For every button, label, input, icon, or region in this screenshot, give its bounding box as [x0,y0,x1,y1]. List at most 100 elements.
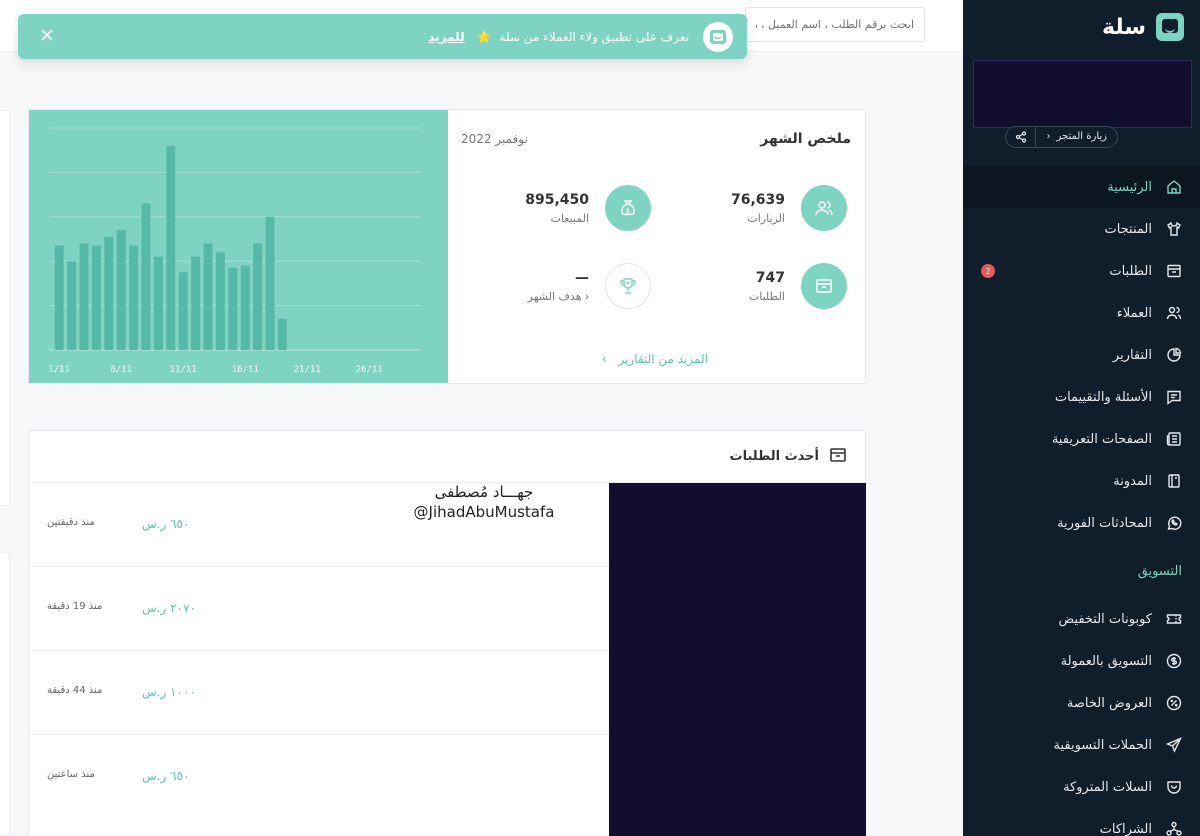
sidebar-item-campaigns[interactable]: الحملات التسويقية [963,724,1200,766]
sidebar-item-abandoned-carts[interactable]: السلات المتروكة [963,766,1200,808]
sidebar-item-label: العملاء [1116,305,1152,321]
chart-bar-10/11[interactable] [166,145,176,350]
sidebar-item-orders[interactable]: الطلبات 2 [963,250,1200,292]
sidebar-item-label: العروض الخاصة [1066,695,1152,711]
orders-label: الطلبات [748,289,785,303]
chart-bar-19/11[interactable] [277,318,287,350]
search-input[interactable] [756,18,914,31]
sidebar: سلة زيارة المتجر ‹ الرئيسية المنتجات الط… [963,0,1200,836]
chevron-left-icon: › [601,352,607,366]
chart-bar-4/11[interactable] [91,245,101,350]
svg-text:$: $ [626,207,630,215]
sidebar-item-label: المحادثات الفورية [1057,515,1152,531]
sidebar-item-reports[interactable]: التقارير [963,334,1200,376]
search-field[interactable] [745,7,925,42]
chart-bar-12/11[interactable] [191,256,201,350]
cart-icon [1167,781,1181,794]
chart-bar-5/11[interactable] [104,236,114,350]
sidebar-item-label: الطلبات [1109,263,1152,279]
sidebar-item-customers[interactable]: العملاء [963,292,1200,334]
summary-stats: ملخص الشهر نوفمبر 2022 76,639 الزيارات $… [448,110,865,383]
sidebar-item-products[interactable]: المنتجات [963,208,1200,250]
sidebar-item-blog[interactable]: المدونة [963,460,1200,502]
close-icon[interactable] [38,26,56,44]
orders-value: 747 [755,269,785,286]
share-icon[interactable] [1006,127,1037,147]
sidebar-item-special-offers[interactable]: العروض الخاصة [963,682,1200,724]
visits-label: الزيارات [747,211,785,225]
order-row[interactable]: ١٠٠٠ ر.س منذ 44 دقيقة [29,651,609,735]
star-emoji-icon: ⭐ [476,29,492,44]
percent-icon [1166,695,1182,711]
stat-visits: 76,639 الزيارات [731,185,847,231]
sidebar-item-partnerships[interactable]: الشراكات [963,808,1200,836]
chart-bar-2/11[interactable] [67,261,77,350]
sidebar-item-label: المدونة [1113,473,1152,489]
sidebar-item-label: الصفحات التعريفية [1051,431,1152,447]
chart-bar-9/11[interactable] [153,256,163,350]
chart-tick-label: 1/11 [48,365,70,375]
whatsapp-icon [1167,516,1182,530]
sidebar-item-live-chat[interactable]: المحادثات الفورية [963,502,1200,544]
chart-bar-11/11[interactable] [178,272,188,350]
newspaper-icon [1166,432,1181,446]
stat-orders: 747 الطلبات [749,263,847,309]
box-icon [801,263,847,309]
sidebar-item-pages[interactable]: الصفحات التعريفية [963,418,1200,460]
order-price: ٦٥٠ ر.س [142,769,190,783]
sidebar-item-label: التقارير [1112,347,1152,363]
order-price: ١٠٠٠ ر.س [142,685,196,699]
toast-more-link[interactable]: للمزيد [428,30,464,44]
marketing-section-title: التسويق [1137,563,1182,579]
sidebar-item-label: التسويق بالعمولة [1060,653,1152,669]
chart-bar-7/11[interactable] [129,245,139,350]
chart-bar-17/11[interactable] [253,243,263,350]
sidebar-item-label: السلات المتروكة [1063,779,1152,795]
more-reports-link[interactable]: المزيد من التقارير › [602,352,708,366]
toast-message: تعرف على تطبيق ولاء العملاء من سلة [499,29,689,44]
chart-bar-16/11[interactable] [240,265,250,350]
chevron-right-icon: ‹ [1046,131,1051,142]
sidebar-item-label: المنتجات [1104,221,1152,237]
goal-label: هدف الشهر › [528,290,589,303]
stat-goal[interactable]: — هدف الشهر › [528,263,651,309]
sidebar-item-home[interactable]: الرئيسية [963,166,1200,208]
chart-bar-13/11[interactable] [203,243,213,350]
chart-tick-label: 11/11 [170,365,197,375]
users-icon [1166,306,1182,320]
order-row[interactable]: ٦٥٠ ر.س منذ ساعتين [29,735,609,836]
order-row[interactable]: ٢٠٧٠ ر.س منذ 19 دقيقة [29,567,609,651]
sidebar-item-reviews[interactable]: الأسئلة والتقييمات [963,376,1200,418]
order-time: منذ ساعتين [47,769,95,780]
chart-bar-18/11[interactable] [265,216,275,350]
dollar-icon [1166,653,1182,669]
goal-value: — [575,269,589,286]
chart-bar-1/11[interactable] [54,245,64,350]
summary-period: نوفمبر 2022 [461,132,528,146]
salla-logo-icon [703,21,733,52]
sidebar-item-label: الشراكات [1099,821,1152,836]
sidebar-item-label: الحملات التسويقية [1053,737,1152,753]
sales-label: المبيعات [550,211,589,225]
book-icon [1168,474,1180,488]
brand[interactable]: سلة [1102,12,1184,42]
chart-tick-label: 16/11 [232,365,259,375]
trophy-icon [605,263,651,309]
stat-sales: $ 895,450 المبيعات [525,185,651,231]
chart-bar-14/11[interactable] [215,252,225,350]
order-time: منذ دقيقتين [47,517,95,528]
orders-count-badge: 2 [981,264,995,278]
visit-store-button[interactable]: زيارة المتجر ‹ [1036,127,1117,147]
chart-bar-6/11[interactable] [116,230,126,350]
daily-sales-chart: 1/11 6/11 11/11 16/11 21/11 26/11 [29,110,448,383]
sidebar-item-coupons[interactable]: كوبونات التخفيض [963,598,1200,640]
order-time: منذ 44 دقيقة [47,685,103,696]
sidebar-item-label: كوبونات التخفيض [1058,611,1152,627]
sidebar-item-affiliate[interactable]: التسويق بالعمولة [963,640,1200,682]
chart-bar-8/11[interactable] [141,203,151,350]
box-icon [1167,264,1181,278]
chart-bar-3/11[interactable] [79,243,89,350]
chart-bar-15/11[interactable] [228,267,238,350]
month-summary-card: 1/11 6/11 11/11 16/11 21/11 26/11 ملخص الشهر … [28,109,866,384]
chart-tick-label: 21/11 [294,365,321,375]
